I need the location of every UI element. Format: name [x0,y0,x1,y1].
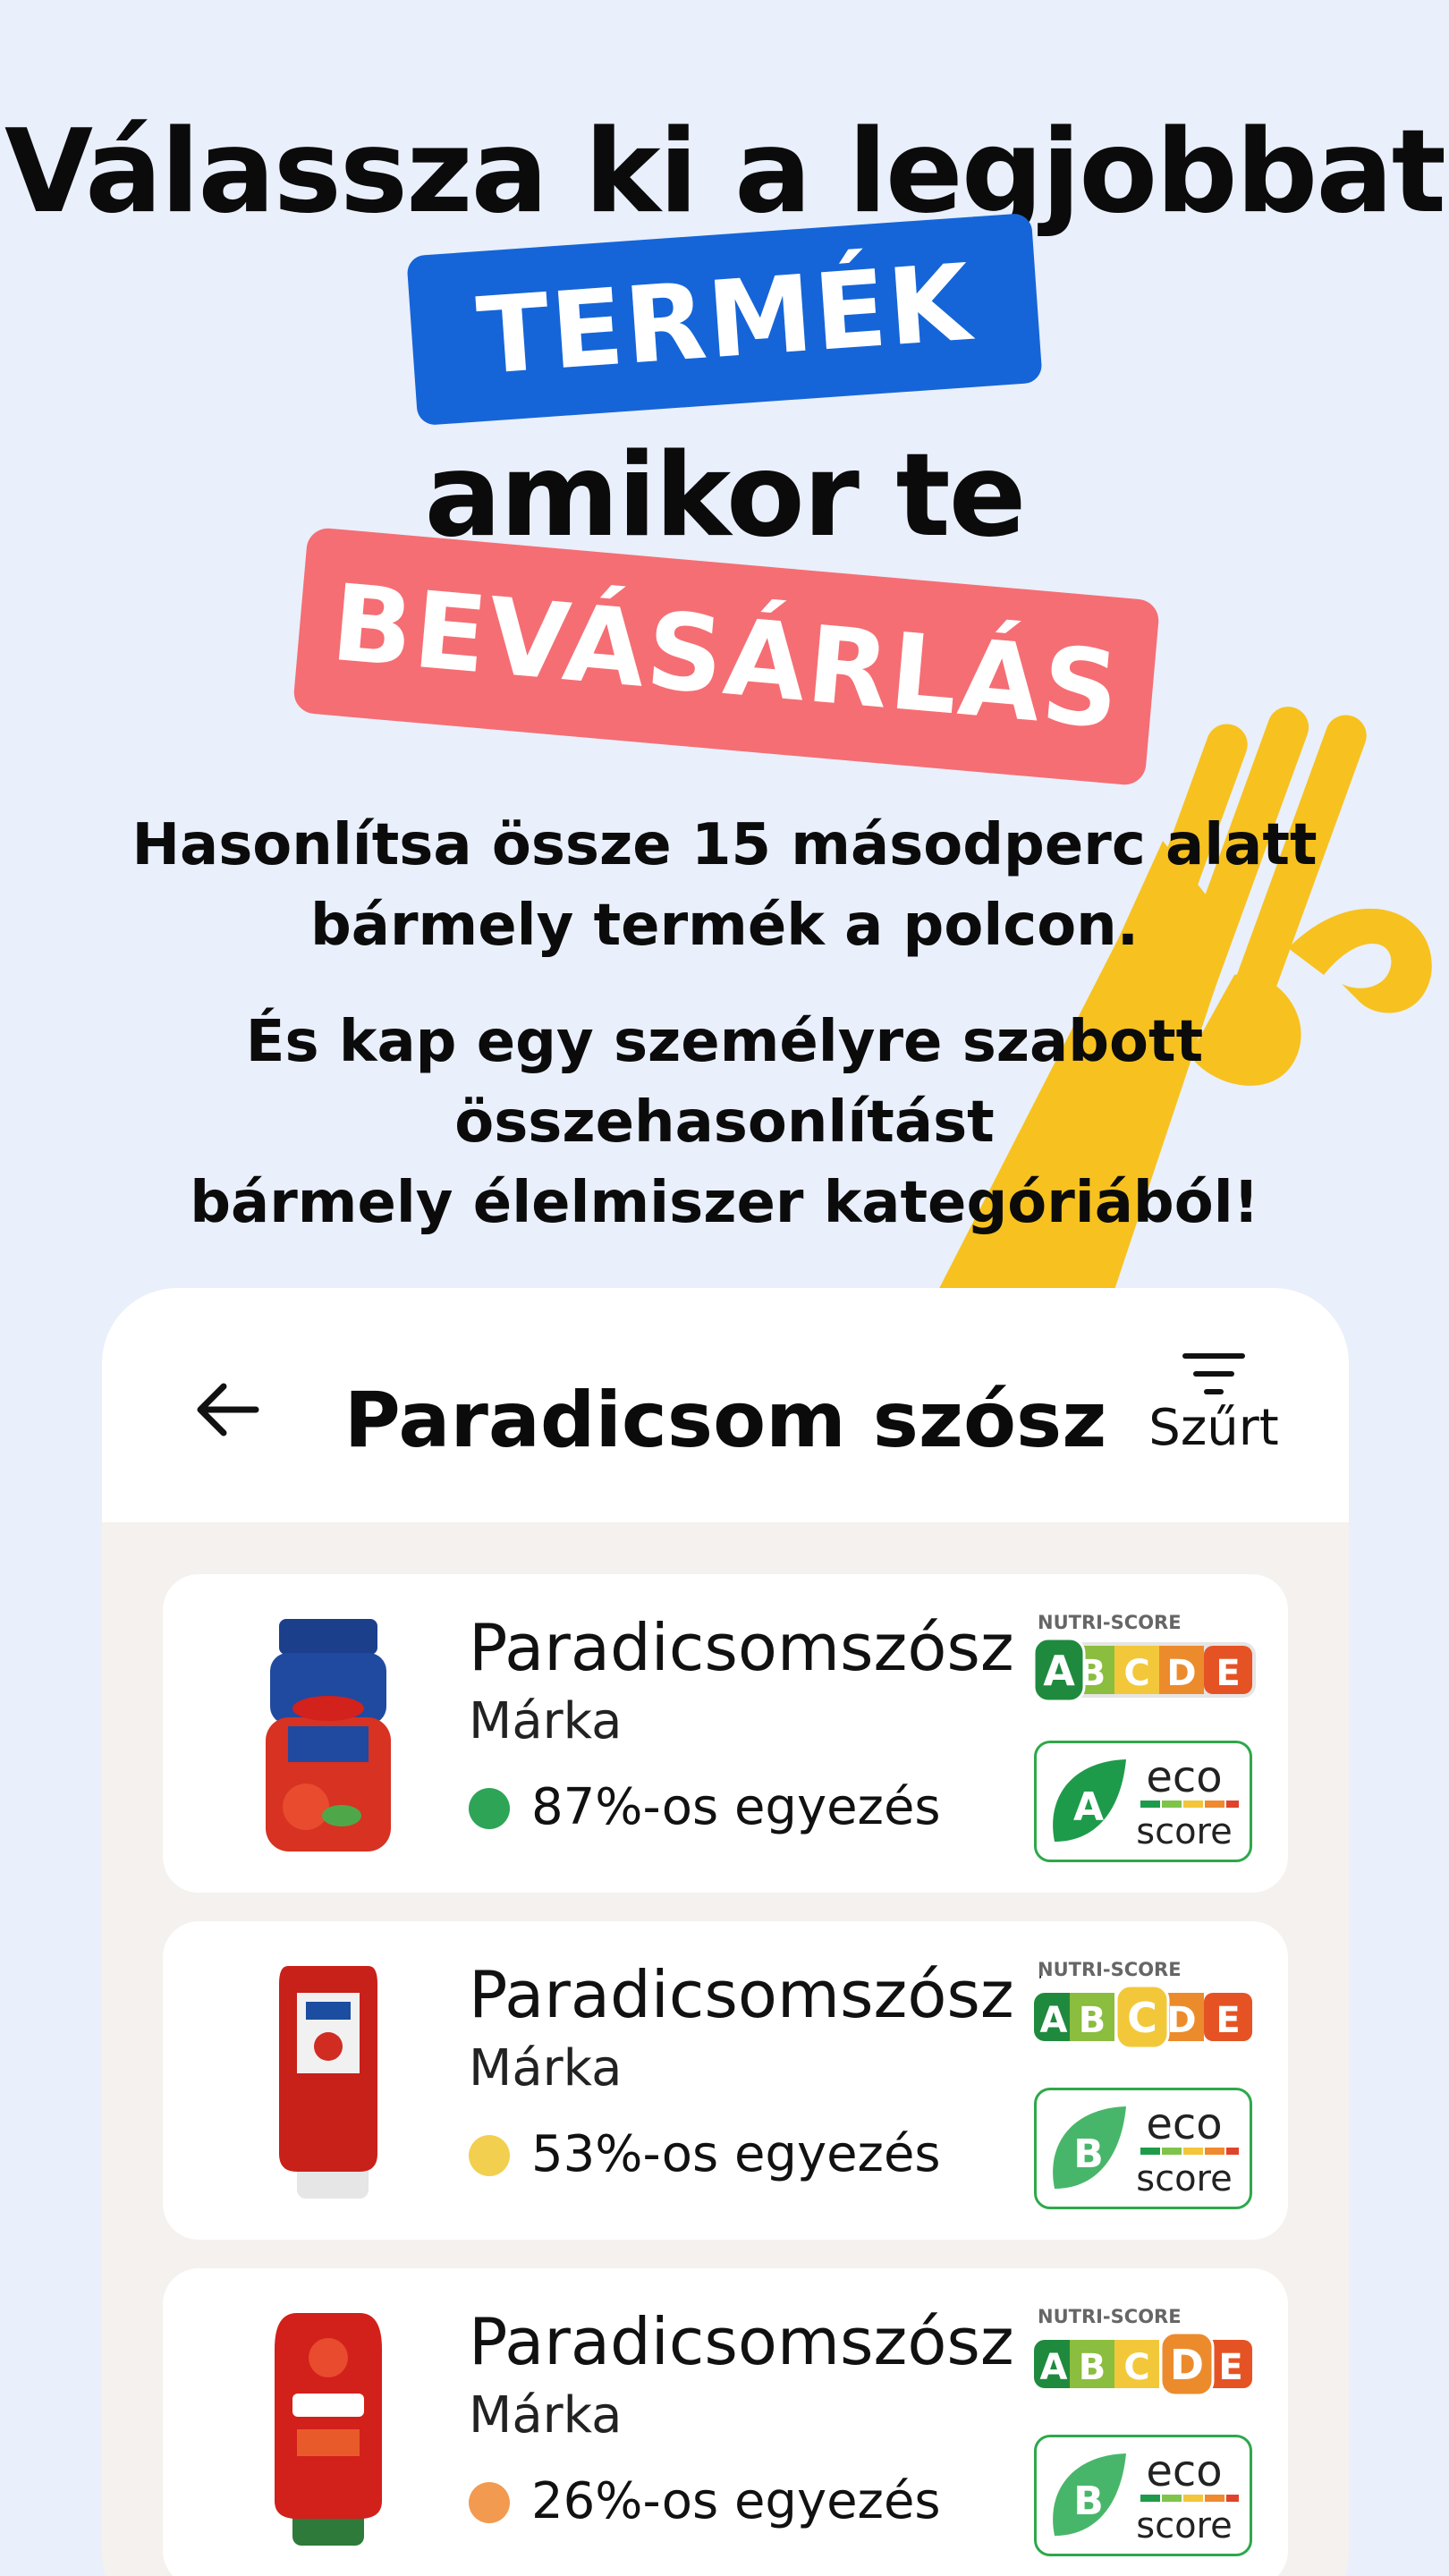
product-brand: Márka [469,1692,623,1750]
subtitle-compare-line-1: Hasonlítsa össze 15 másodperc alatt [131,812,1318,878]
score-word: score [1136,2158,1232,2199]
match-score: 26%-os egyezés [469,2472,941,2530]
nutri-score-label: NUTRI-SCORE [1038,1959,1182,1980]
svg-text:A: A [1040,2347,1068,2388]
nutri-score-grade: D [1170,2341,1204,2389]
eco-score-badge: A eco score [1034,1741,1252,1862]
nutri-score-badge: NUTRI-SCORE A B C E D [1034,2306,1256,2395]
svg-text:B: B [1079,2000,1106,2041]
svg-text:E: E [1216,2000,1240,2041]
eco-score-grade: A [1073,1784,1104,1830]
eco-word: eco [1146,2446,1222,2496]
match-indicator-dot [469,2482,510,2523]
filter-icon [1182,1353,1245,1394]
eco-score-grade: B [1073,2479,1104,2524]
highlight-pill-shopping: BEVÁSÁRLÁS [292,526,1161,787]
subtitle-personalized-line-2: összehasonlítást [454,1089,995,1156]
filter-button[interactable]: Szűrt [1147,1351,1281,1457]
headline-line-1: Válassza ki a legjobbat [4,106,1446,239]
svg-text:C: C [1123,1653,1149,1694]
headline-line-2: amikor te [424,429,1027,563]
nutri-score-grade: A [1043,1647,1075,1695]
svg-text:B: B [1079,2347,1106,2388]
filter-label: Szűrt [1148,1399,1279,1457]
eco-word: eco [1146,2099,1222,2149]
product-name: Paradicsomszósz 2 [469,1957,1041,2032]
highlight-pill-product: TERMÉK [406,212,1043,427]
subtitle-compare-line-2: bármely termék a polcon. [309,893,1140,959]
product-brand: Márka [469,2039,623,2097]
svg-text:E: E [1216,1653,1240,1694]
subtitle-personalized: És kap egy személyre szabott összehasonl… [0,1002,1449,1243]
nutri-score-label: NUTRI-SCORE [1038,1612,1182,1633]
nutri-score-badge: NUTRI-SCORE C B D E A [1034,1612,1256,1701]
match-text: 53%-os egyezés [531,2125,941,2183]
svg-text:A: A [1040,2000,1068,2041]
eco-score-badge: B eco score [1034,2435,1252,2556]
eco-score-icon: B eco score [1053,2099,1239,2199]
pasta-sauce-jar-image [266,1619,391,1852]
nutri-score-bar: A B D E C [1034,1986,1252,2048]
product-brand: Márka [469,2386,623,2445]
ketchup-bottle-image [275,2313,382,2546]
eco-score-icon: A eco score [1053,1752,1239,1852]
subtitle-compare: Hasonlítsa össze 15 másodperc alatt bárm… [0,805,1449,966]
match-score: 87%-os egyezés [469,1778,941,1836]
eco-word: eco [1146,1752,1222,1802]
match-indicator-dot [469,2135,510,2176]
product-card-1[interactable]: Paradicsomszósz 1 Márka 87%-os egyezés N… [163,1574,1288,1893]
nutri-score-badge: NUTRI-SCORE A B D E C [1034,1959,1256,2048]
nutri-score-bar: A B C E D [1034,2333,1252,2395]
product-name: Paradicsomszósz 1 [469,1610,1041,1685]
match-score: 53%-os egyezés [469,2125,941,2183]
nutri-score-bar: C B D E A [1034,1639,1256,1701]
svg-text:E: E [1218,2347,1242,2388]
svg-text:C: C [1123,2347,1149,2388]
eco-score-badge: B eco score [1034,2088,1252,2209]
svg-text:D: D [1166,1653,1196,1694]
match-text: 26%-os egyezés [531,2472,941,2530]
ketchup-bottle-image [279,1966,377,2199]
score-word: score [1136,2505,1232,2546]
nutri-score-label: NUTRI-SCORE [1038,2306,1182,2327]
match-text: 87%-os egyezés [531,1778,941,1836]
product-card-3[interactable]: Paradicsomszósz 3 Márka 26%-os egyezés N… [163,2268,1288,2576]
eco-score-grade: B [1073,2131,1104,2177]
app-screen-mockup: Paradicsom szósz Szűrt Paradicsomszósz 1… [102,1288,1349,2576]
product-card-2[interactable]: Paradicsomszósz 2 Márka 53%-os egyezés N… [163,1921,1288,2240]
score-word: score [1136,1811,1232,1852]
screen-header: Paradicsom szósz Szűrt [102,1288,1349,1522]
subtitle-personalized-line-1: És kap egy személyre szabott [245,1009,1204,1075]
subtitle-personalized-line-3: bármely élelmiszer kategóriából! [190,1170,1259,1236]
eco-score-icon: B eco score [1053,2446,1239,2546]
product-name: Paradicsomszósz 3 [469,2304,1041,2379]
nutri-score-grade: C [1127,1994,1157,2042]
svg-text:D: D [1166,2000,1196,2041]
match-indicator-dot [469,1788,510,1829]
